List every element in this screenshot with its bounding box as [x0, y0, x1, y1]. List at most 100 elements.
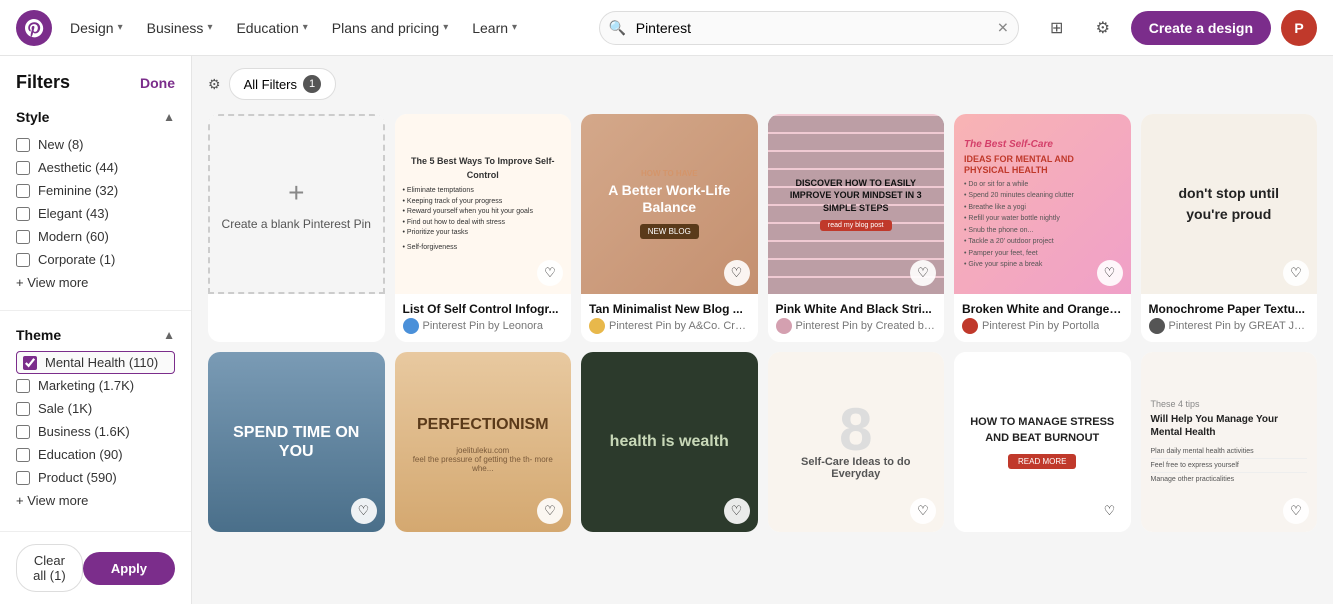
search-clear-icon[interactable]: ✕ — [997, 19, 1009, 36]
chevron-down-icon: ▾ — [512, 22, 517, 33]
pin-name: Pink White And Black Stri... — [776, 302, 937, 316]
filter-mental-health[interactable]: Mental Health (110) — [16, 351, 175, 374]
filter-product-checkbox[interactable] — [16, 471, 30, 485]
pin-selfcare-content: The Best Self-Care IDEAS FOR MENTAL AND … — [954, 127, 1131, 281]
theme-section-header[interactable]: Theme ▲ — [16, 327, 175, 343]
filter-modern-checkbox[interactable] — [16, 230, 30, 244]
pin-stress-card[interactable]: HOW TO MANAGE STRESS AND BEAT BURNOUT RE… — [954, 352, 1131, 532]
filter-product-label: Product (590) — [38, 470, 117, 485]
heart-button[interactable]: ♡ — [537, 498, 563, 524]
heart-button[interactable]: ♡ — [910, 498, 936, 524]
filter-feminine-checkbox[interactable] — [16, 184, 30, 198]
pin-selfcare-thumb: The Best Self-Care IDEAS FOR MENTAL AND … — [954, 114, 1131, 294]
filter-business[interactable]: Business (1.6K) — [16, 420, 175, 443]
pin-name: Broken White and Orange ... — [962, 302, 1123, 316]
pin-tips-card[interactable]: These 4 tips Will Help You Manage Your M… — [1141, 352, 1318, 532]
pin-blog-card[interactable]: HOW TO HAVE A Better Work-Life Balance N… — [581, 114, 758, 342]
pin-name: Monochrome Paper Textu... — [1149, 302, 1310, 316]
search-input[interactable]: Pinterest — [599, 11, 1019, 45]
pin-eight-text: Self-Care Ideas to do Everyday — [768, 452, 945, 484]
filter-sale[interactable]: Sale (1K) — [16, 397, 175, 420]
pin-mindset-card[interactable]: DISCOVER HOW TO EASILY IMPROVE YOUR MIND… — [768, 114, 945, 342]
pin-eight-number: 8 — [839, 400, 872, 460]
pin-self-control-card[interactable]: The 5 Best Ways To Improve Self-Control … — [395, 114, 572, 342]
filter-count-badge: 1 — [303, 75, 321, 93]
chevron-down-icon: ▾ — [303, 22, 308, 33]
filter-education[interactable]: Education (90) — [16, 443, 175, 466]
filter-marketing[interactable]: Marketing (1.7K) — [16, 374, 175, 397]
all-filters-badge[interactable]: All Filters 1 — [229, 68, 336, 100]
clear-all-button[interactable]: Clear all (1) — [16, 544, 83, 592]
filter-modern-label: Modern (60) — [38, 229, 109, 244]
create-design-button[interactable]: Create a design — [1131, 11, 1271, 45]
pin-eight-card[interactable]: 8 Self-Care Ideas to do Everyday ♡ — [768, 352, 945, 532]
pin-self-control-title: The 5 Best Ways To Improve Self-Control — [403, 155, 564, 182]
filter-product[interactable]: Product (590) — [16, 466, 175, 489]
heart-button[interactable]: ♡ — [1283, 498, 1309, 524]
settings-icon[interactable]: ⚙ — [1085, 10, 1121, 46]
filter-sale-checkbox[interactable] — [16, 402, 30, 416]
pin-selfcare-card[interactable]: The Best Self-Care IDEAS FOR MENTAL AND … — [954, 114, 1131, 342]
theme-view-more[interactable]: + View more — [16, 489, 175, 512]
pin-author-row: Pinterest Pin by Portolla — [962, 318, 1123, 334]
avatar[interactable]: P — [1281, 10, 1317, 46]
filter-business-checkbox[interactable] — [16, 425, 30, 439]
pin-mono-card[interactable]: don't stop until you're proud ♡ Monochro… — [1141, 114, 1318, 342]
sidebar-done-button[interactable]: Done — [140, 75, 175, 91]
pin-grid-row1: + Create a blank Pinterest Pin The 5 Bes… — [208, 114, 1317, 342]
filter-marketing-label: Marketing (1.7K) — [38, 378, 134, 393]
pin-name: List Of Self Control Infogr... — [403, 302, 564, 316]
filter-new[interactable]: New (8) — [16, 133, 175, 156]
pin-meta: Monochrome Paper Textu... Pinterest Pin … — [1141, 294, 1318, 342]
pin-spend-card[interactable]: SPEND TIME ON YOU ♡ — [208, 352, 385, 532]
pin-perf-card[interactable]: PERFECTIONISM joelituleku.comfeel the pr… — [395, 352, 572, 532]
pin-blog-badge: NEW BLOG — [640, 224, 699, 239]
nav-design[interactable]: Design ▾ — [60, 14, 133, 42]
nav-learn[interactable]: Learn ▾ — [462, 14, 527, 42]
pin-author: Pinterest Pin by Portolla — [982, 320, 1099, 332]
apply-button[interactable]: Apply — [83, 552, 175, 585]
create-blank-card[interactable]: + Create a blank Pinterest Pin — [208, 114, 385, 342]
pin-health-card[interactable]: health is wealth ♡ — [581, 352, 758, 532]
pin-spend-thumb: SPEND TIME ON YOU ♡ — [208, 352, 385, 532]
style-section-header[interactable]: Style ▲ — [16, 109, 175, 125]
filter-corporate[interactable]: Corporate (1) — [16, 248, 175, 271]
heart-button[interactable]: ♡ — [351, 498, 377, 524]
theme-chevron-icon: ▲ — [163, 328, 175, 342]
nav-items: Design ▾ Business ▾ Education ▾ Plans an… — [60, 14, 527, 42]
nav-education[interactable]: Education ▾ — [226, 14, 317, 42]
filter-elegant-checkbox[interactable] — [16, 207, 30, 221]
filter-marketing-checkbox[interactable] — [16, 379, 30, 393]
apps-icon[interactable]: ⊞ — [1039, 10, 1075, 46]
filter-elegant[interactable]: Elegant (43) — [16, 202, 175, 225]
heart-button[interactable]: ♡ — [910, 260, 936, 286]
pin-name: Tan Minimalist New Blog ... — [589, 302, 750, 316]
filter-icon: ⚙ — [208, 76, 221, 93]
sidebar-header: Filters Done — [0, 56, 191, 101]
pin-mindset-btn: read my blog post — [820, 220, 892, 231]
filter-aesthetic[interactable]: Aesthetic (44) — [16, 156, 175, 179]
heart-button[interactable]: ♡ — [1097, 260, 1123, 286]
filter-mental-health-checkbox[interactable] — [23, 356, 37, 370]
chevron-down-icon: ▾ — [443, 22, 448, 33]
pin-meta: Tan Minimalist New Blog ... Pinterest Pi… — [581, 294, 758, 342]
heart-button[interactable]: ♡ — [724, 498, 750, 524]
filter-bar: ⚙ All Filters 1 — [208, 68, 1317, 100]
heart-button[interactable]: ♡ — [1097, 498, 1123, 524]
filter-corporate-checkbox[interactable] — [16, 253, 30, 267]
style-view-more[interactable]: + View more — [16, 271, 175, 294]
heart-button[interactable]: ♡ — [724, 260, 750, 286]
top-nav: Design ▾ Business ▾ Education ▾ Plans an… — [0, 0, 1333, 56]
pin-blog-subtitle: HOW TO HAVE — [593, 169, 746, 178]
heart-button[interactable]: ♡ — [1283, 260, 1309, 286]
pin-health-thumb: health is wealth ♡ — [581, 352, 758, 532]
heart-button[interactable]: ♡ — [537, 260, 563, 286]
nav-plans-pricing[interactable]: Plans and pricing ▾ — [322, 14, 458, 42]
filter-modern[interactable]: Modern (60) — [16, 225, 175, 248]
filter-education-checkbox[interactable] — [16, 448, 30, 462]
logo[interactable] — [16, 10, 52, 46]
nav-business[interactable]: Business ▾ — [137, 14, 223, 42]
filter-aesthetic-checkbox[interactable] — [16, 161, 30, 175]
filter-feminine[interactable]: Feminine (32) — [16, 179, 175, 202]
filter-new-checkbox[interactable] — [16, 138, 30, 152]
